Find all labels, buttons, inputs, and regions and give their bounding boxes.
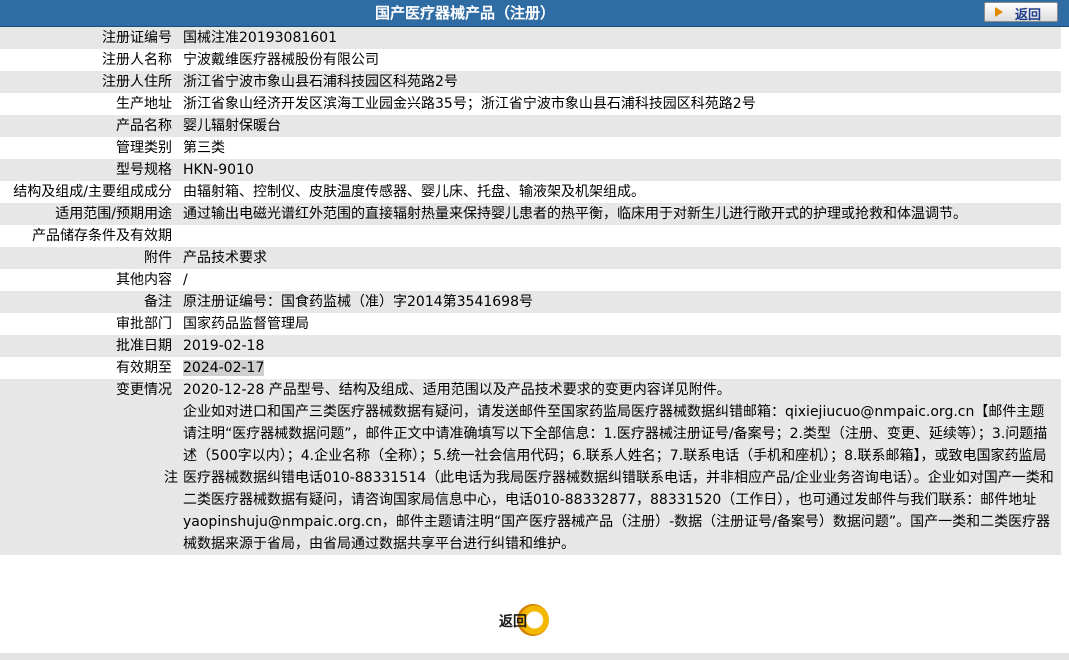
table-row: 产品名称 婴儿辐射保暖台 <box>0 115 1061 137</box>
field-label: 产品储存条件及有效期 <box>0 225 178 247</box>
table-row: 结构及组成/主要组成成分 由辐射箱、控制仪、皮肤温度传感器、婴儿床、托盘、输液架… <box>0 181 1061 203</box>
back-button-top[interactable]: 返回 <box>984 2 1058 23</box>
field-label: 批准日期 <box>0 335 178 357</box>
field-label: 注册证编号 <box>0 27 178 49</box>
field-value: 国家药品监督管理局 <box>178 313 1061 335</box>
field-value: 产品技术要求 <box>178 247 1061 269</box>
field-label: 其他内容 <box>0 269 178 291</box>
table-row: 型号规格 HKN-9010 <box>0 159 1061 181</box>
selected-text: 2024-02-17 <box>183 360 265 376</box>
field-label: 型号规格 <box>0 159 178 181</box>
field-value <box>178 225 1061 247</box>
bottom-divider <box>0 653 1069 660</box>
table-row: 生产地址 浙江省象山经济开发区滨海工业园金兴路35号；浙江省宁波市象山县石浦科技… <box>0 93 1061 115</box>
back-button-label: 返回 <box>499 614 527 630</box>
table-row: 产品储存条件及有效期 <box>0 225 1061 247</box>
table-row: 注册人住所 浙江省宁波市象山县石浦科技园区科苑路2号 <box>0 71 1061 93</box>
field-value: 浙江省象山经济开发区滨海工业园金兴路35号；浙江省宁波市象山县石浦科技园区科苑路… <box>178 93 1061 115</box>
field-value: 原注册证编号：国食药监械（准）字2014第3541698号 <box>178 291 1061 313</box>
page-title: 国产医疗器械产品（注册） <box>374 4 555 22</box>
table-row: 适用范围/预期用途 通过输出电磁光谱红外范围的直接辐射热量来保持婴儿患者的热平衡… <box>0 203 1061 225</box>
field-label: 产品名称 <box>0 115 178 137</box>
field-value: 婴儿辐射保暖台 <box>178 115 1061 137</box>
table-row: 注册人名称 宁波戴维医疗器械股份有限公司 <box>0 49 1061 71</box>
table-row: 备注 原注册证编号：国食药监械（准）字2014第3541698号 <box>0 291 1061 313</box>
field-label: 注册人名称 <box>0 49 178 71</box>
field-label: 结构及组成/主要组成成分 <box>0 181 178 203</box>
field-value: 通过输出电磁光谱红外范围的直接辐射热量来保持婴儿患者的热平衡，临床用于对新生儿进… <box>178 203 1061 225</box>
field-label: 有效期至 <box>0 357 178 379</box>
back-button-bottom[interactable]: 返回 <box>497 603 553 639</box>
table-row: 审批部门 国家药品监督管理局 <box>0 313 1061 335</box>
field-value: / <box>178 269 1061 291</box>
field-label: 备注 <box>0 291 178 313</box>
field-value: 浙江省宁波市象山县石浦科技园区科苑路2号 <box>178 71 1061 93</box>
field-label: 适用范围/预期用途 <box>0 203 178 225</box>
field-value: 2024-02-17 <box>178 357 1061 379</box>
field-label: 审批部门 <box>0 313 178 335</box>
footer: 返回 <box>0 597 1069 649</box>
change-info-text: 2020-12-28 产品型号、结构及组成、适用范围以及产品技术要求的变更内容详… <box>183 382 731 398</box>
field-value: 2020-12-28 产品型号、结构及组成、适用范围以及产品技术要求的变更内容详… <box>178 379 1061 555</box>
field-value: 宁波戴维医疗器械股份有限公司 <box>178 49 1061 71</box>
note-label-container: 注 <box>0 467 178 489</box>
field-value: 由辐射箱、控制仪、皮肤温度传感器、婴儿床、托盘、输液架及机架组成。 <box>178 181 1061 203</box>
arrow-right-icon <box>995 7 1003 17</box>
title-bar: 国产医疗器械产品（注册） 返回 <box>0 0 1069 27</box>
back-button-label: 返回 <box>1015 8 1042 23</box>
note-label: 注 <box>164 470 178 486</box>
table-row: 管理类别 第三类 <box>0 137 1061 159</box>
table-row: 批准日期 2019-02-18 <box>0 335 1061 357</box>
field-label: 附件 <box>0 247 178 269</box>
table-row: 其他内容 / <box>0 269 1061 291</box>
table-row: 注册证编号 国械注准20193081601 <box>0 27 1061 49</box>
field-value: 第三类 <box>178 137 1061 159</box>
field-label: 注册人住所 <box>0 71 178 93</box>
field-value: HKN-9010 <box>178 159 1061 181</box>
table-row: 附件 产品技术要求 <box>0 247 1061 269</box>
field-value: 国械注准20193081601 <box>178 27 1061 49</box>
note-text: 企业如对进口和国产三类医疗器械数据有疑问，请发送邮件至国家药监局医疗器械数据纠错… <box>183 404 1054 552</box>
field-label: 生产地址 <box>0 93 178 115</box>
table-row: 有效期至 2024-02-17 <box>0 357 1061 379</box>
field-value: 2019-02-18 <box>178 335 1061 357</box>
field-label: 管理类别 <box>0 137 178 159</box>
